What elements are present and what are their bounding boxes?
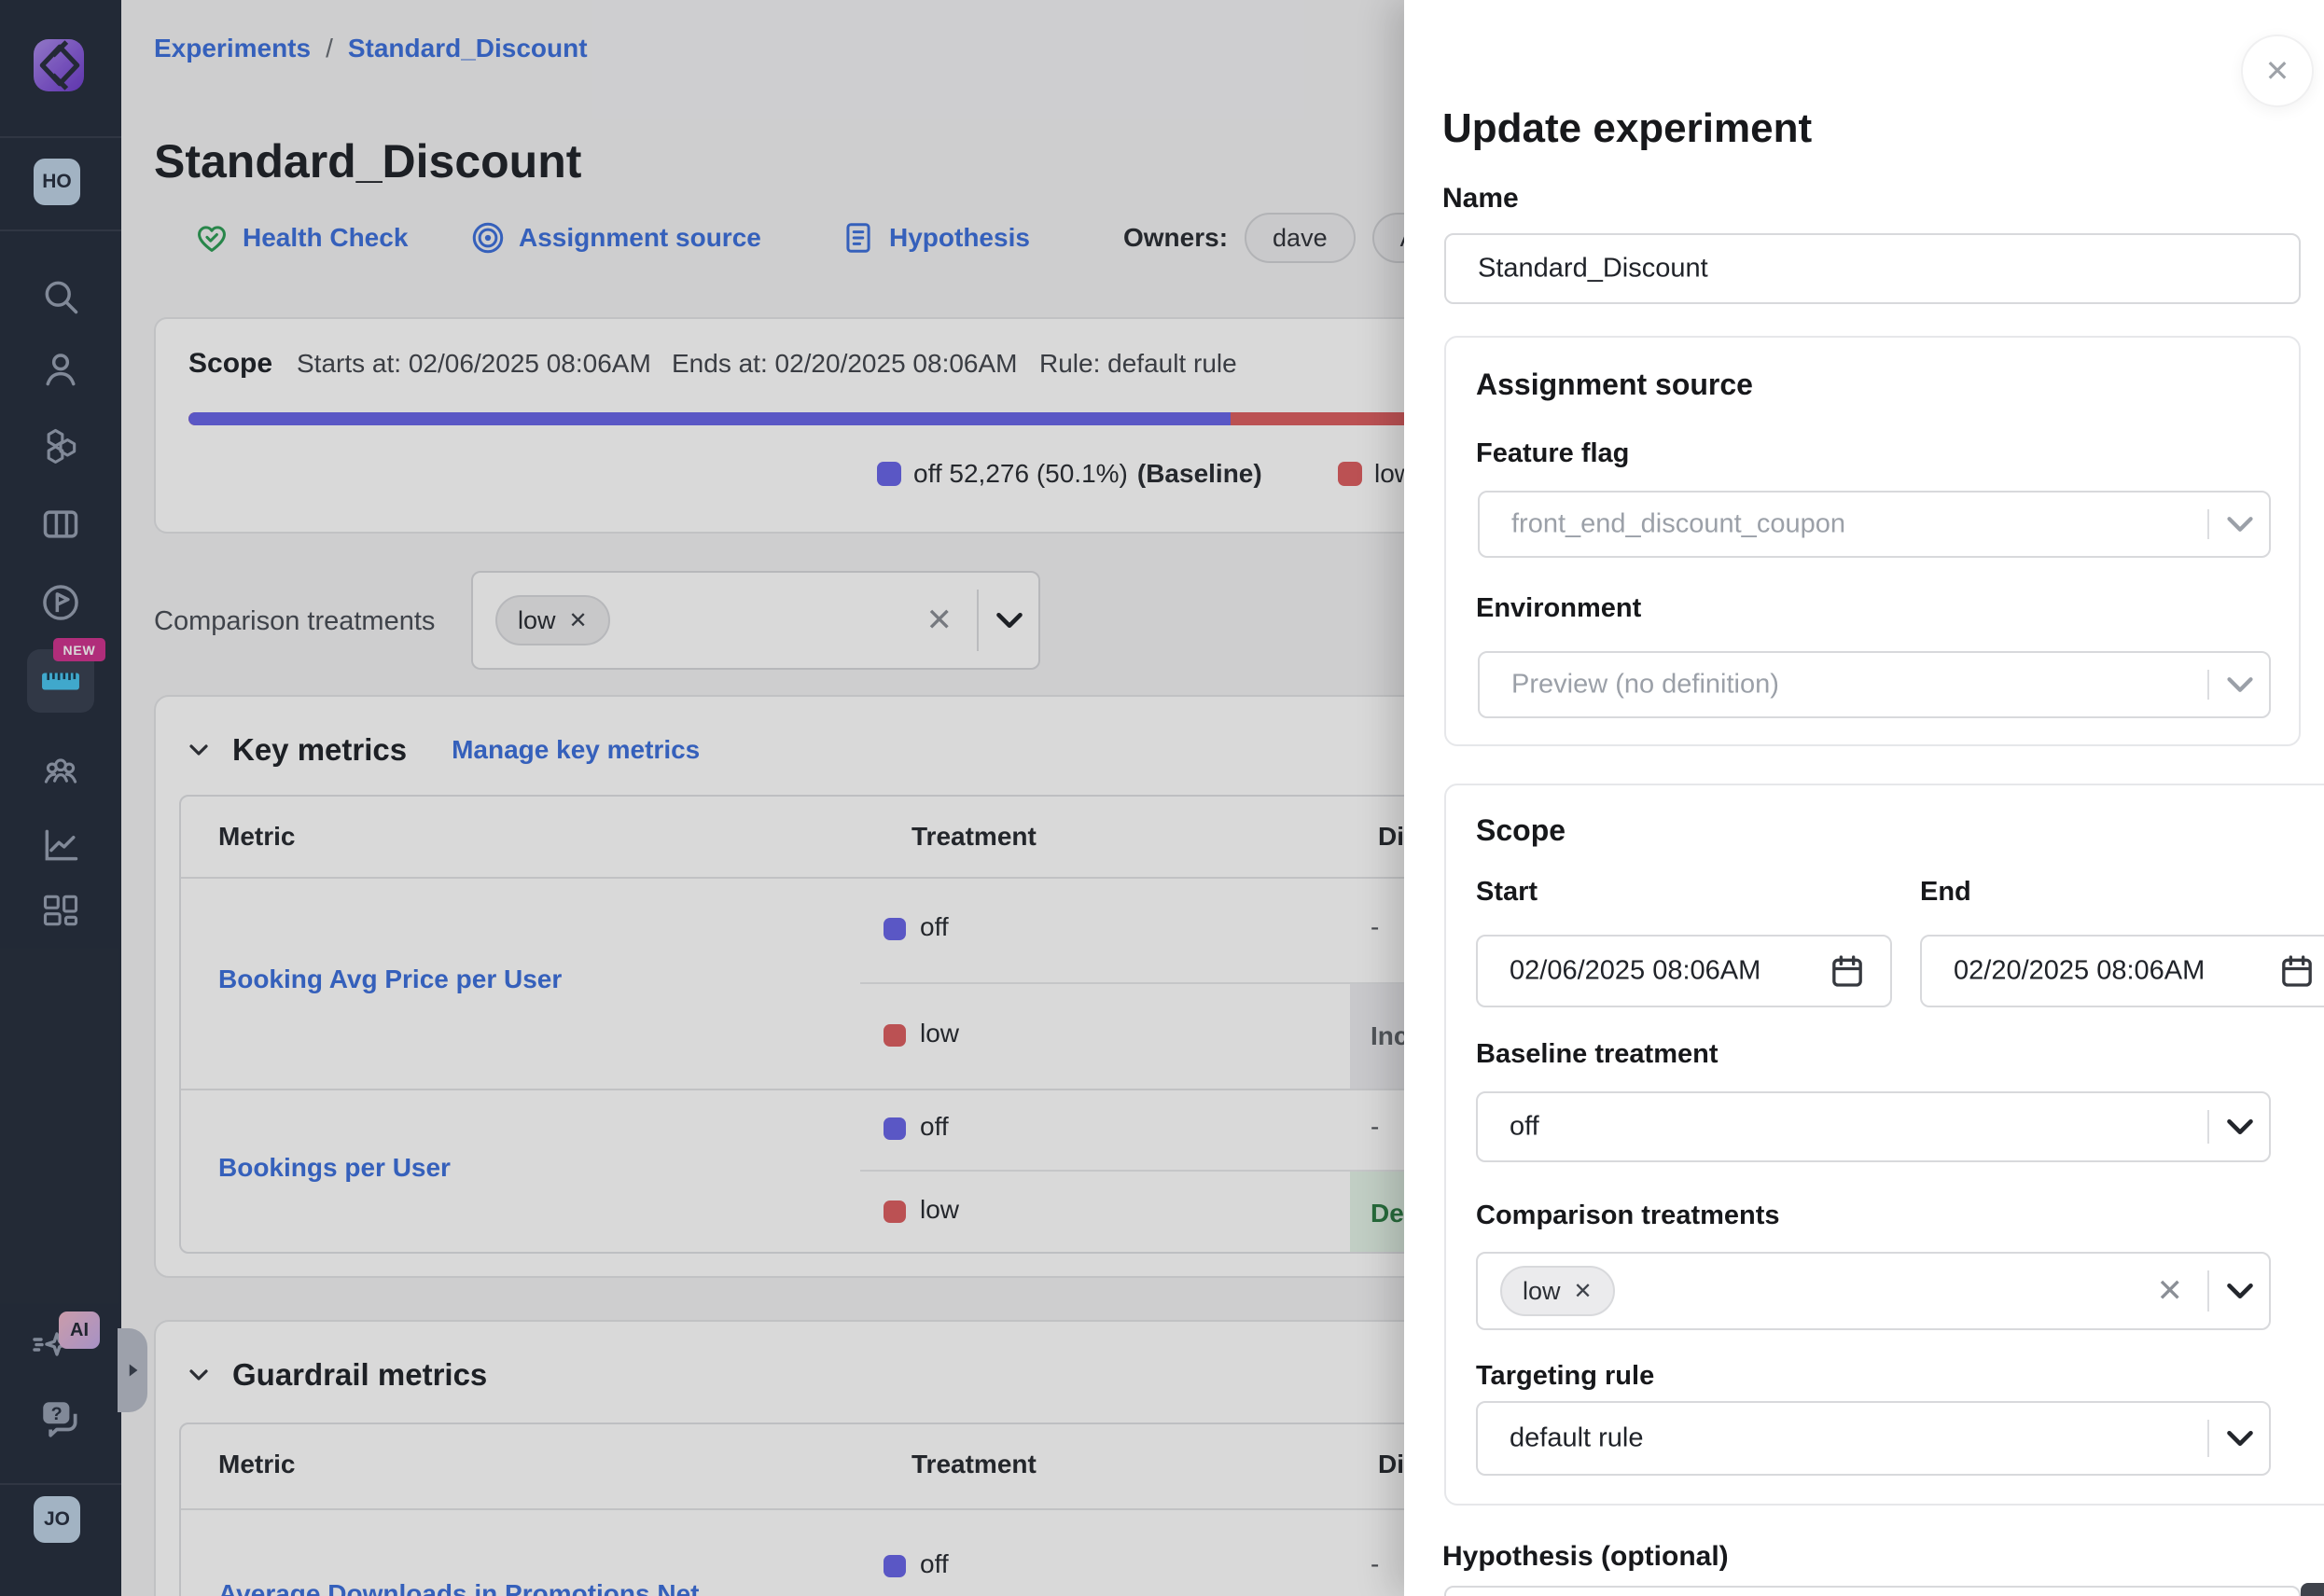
end-label: End: [1920, 877, 1971, 908]
calendar-icon[interactable]: [1829, 952, 1866, 990]
environment-select[interactable]: Preview (no definition): [1478, 651, 2271, 718]
clear-icon[interactable]: ✕: [2157, 1272, 2184, 1310]
select-divider: [2207, 1420, 2209, 1457]
chevron-down-icon[interactable]: [2219, 1417, 2261, 1460]
name-input[interactable]: Standard_Discount: [1444, 233, 2301, 304]
start-date-value: 02/06/2025 08:06AM: [1510, 956, 1760, 987]
targeting-rule-value: default rule: [1510, 1423, 1644, 1454]
chevron-down-icon[interactable]: [2219, 1105, 2261, 1148]
update-experiment-drawer: Update experiment ✕ Name Standard_Discou…: [1404, 0, 2324, 1596]
treatment-chip-low[interactable]: low ✕: [1500, 1266, 1615, 1316]
select-divider: [2207, 670, 2209, 700]
chevron-down-icon[interactable]: [2219, 1270, 2261, 1312]
start-label: Start: [1476, 877, 1538, 908]
drawer-title: Update experiment: [1442, 105, 1812, 152]
hypothesis-input[interactable]: [1444, 1586, 2301, 1596]
name-label: Name: [1442, 183, 1519, 215]
scope-title: Scope: [1476, 813, 1566, 848]
targeting-rule-select[interactable]: default rule: [1476, 1401, 2271, 1476]
baseline-treatment-label: Baseline treatment: [1476, 1039, 1719, 1070]
comparison-treatments-select[interactable]: low ✕ ✕: [1476, 1252, 2271, 1330]
feature-flag-select[interactable]: front_end_discount_coupon: [1478, 491, 2271, 558]
baseline-treatment-value: off: [1510, 1112, 1539, 1143]
chip-remove-icon[interactable]: ✕: [1574, 1278, 1593, 1305]
feature-flag-label: Feature flag: [1476, 438, 1629, 469]
close-icon: ✕: [2265, 53, 2290, 89]
calendar-icon[interactable]: [2278, 952, 2316, 990]
end-date-value: 02/20/2025 08:06AM: [1954, 956, 2205, 987]
chevron-down-icon: [2219, 503, 2261, 546]
assignment-source-title: Assignment source: [1476, 368, 1753, 402]
comparison-treatments-label: Comparison treatments: [1476, 1200, 1780, 1231]
submit-button-edge[interactable]: [2301, 1583, 2324, 1596]
environment-value: Preview (no definition): [1511, 670, 1779, 701]
hypothesis-optional-label: Hypothesis (optional): [1442, 1541, 1729, 1573]
chip-label: low: [1523, 1277, 1561, 1306]
environment-label: Environment: [1476, 593, 1641, 624]
chevron-down-icon: [2219, 663, 2261, 706]
feature-flag-value: front_end_discount_coupon: [1511, 509, 1845, 540]
select-divider: [2207, 1110, 2209, 1144]
baseline-treatment-select[interactable]: off: [1476, 1091, 2271, 1162]
select-divider: [2207, 1270, 2209, 1311]
end-date-input[interactable]: 02/20/2025 08:06AM: [1920, 935, 2324, 1007]
select-divider: [2207, 509, 2209, 539]
app-window: HO: [0, 0, 2324, 1596]
targeting-rule-label: Targeting rule: [1476, 1361, 1654, 1392]
close-button[interactable]: ✕: [2241, 35, 2314, 107]
scope-card: Scope Start End 02/06/2025 08:06AM 02/20…: [1444, 784, 2324, 1506]
start-date-input[interactable]: 02/06/2025 08:06AM: [1476, 935, 1892, 1007]
name-value: Standard_Discount: [1478, 254, 1708, 285]
assignment-source-card: Assignment source Feature flag front_end…: [1444, 336, 2301, 746]
